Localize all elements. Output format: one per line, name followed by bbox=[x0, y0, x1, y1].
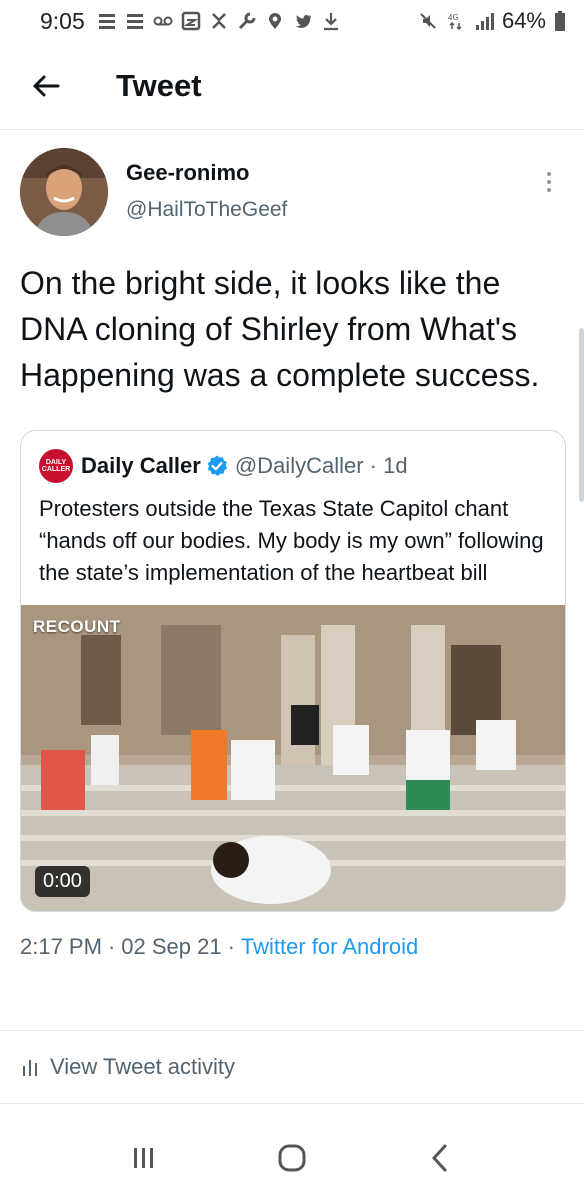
quote-tweet-card[interactable]: DAILY CALLER Daily Caller @DailyCaller ·… bbox=[20, 430, 566, 912]
app-header: Tweet bbox=[0, 42, 584, 130]
location-icon bbox=[268, 13, 281, 29]
quote-handle-time: @DailyCaller · 1d bbox=[234, 453, 408, 478]
video-watermark: RECOUNT bbox=[33, 617, 121, 636]
author-row: Gee-ronimo @HailToTheGeef bbox=[20, 148, 568, 240]
tweet-time: 2:17 PM bbox=[20, 934, 102, 959]
svg-text:4G: 4G bbox=[448, 13, 459, 22]
download-icon bbox=[323, 13, 338, 31]
quote-avatar: DAILY CALLER bbox=[39, 449, 73, 483]
voicemail-icon bbox=[153, 16, 173, 26]
system-nav-bar bbox=[0, 1116, 584, 1200]
user-handle[interactable]: @HailToTheGeef bbox=[126, 198, 287, 222]
tweet-meta: 2:17 PM · 02 Sep 21 · Twitter for Android bbox=[20, 934, 568, 974]
author-info: Gee-ronimo @HailToTheGeef bbox=[126, 148, 287, 222]
avatar[interactable] bbox=[20, 148, 108, 236]
page-title: Tweet bbox=[116, 67, 202, 103]
collapse-icon bbox=[211, 13, 226, 29]
tweet-detail: Gee-ronimo @HailToTheGeef On the bright … bbox=[20, 148, 568, 974]
mute-icon bbox=[420, 13, 436, 29]
avatar-image bbox=[20, 148, 108, 236]
recent-apps-button[interactable] bbox=[114, 1128, 174, 1188]
battery-icon bbox=[555, 11, 565, 31]
more-vertical-icon-dot bbox=[547, 188, 551, 192]
quote-display-name: Daily Caller bbox=[81, 453, 201, 478]
activity-label: View Tweet activity bbox=[50, 1054, 236, 1079]
meta-separator: · bbox=[227, 934, 235, 959]
notification-icon bbox=[126, 14, 143, 29]
more-vertical-icon-dot bbox=[547, 172, 551, 176]
tweet-source-link[interactable]: Twitter for Android bbox=[241, 934, 418, 959]
display-name[interactable]: Gee-ronimo bbox=[126, 160, 287, 186]
quote-avatar-line2: CALLER bbox=[41, 466, 71, 473]
scrollbar[interactable] bbox=[579, 328, 584, 502]
home-button[interactable] bbox=[262, 1128, 322, 1188]
verified-badge-icon bbox=[207, 455, 227, 476]
more-options-button[interactable] bbox=[534, 162, 564, 202]
home-icon bbox=[278, 1144, 306, 1172]
back-nav-icon bbox=[431, 1144, 447, 1172]
wrench-icon bbox=[238, 12, 256, 30]
recent-apps-icon bbox=[134, 1148, 153, 1168]
calendar-icon bbox=[181, 11, 201, 31]
tweet-date: 02 Sep 21 bbox=[121, 934, 222, 959]
bar-chart-icon bbox=[23, 1060, 37, 1076]
battery-percent: 64% bbox=[501, 8, 546, 33]
view-tweet-activity-button[interactable]: View Tweet activity bbox=[0, 1030, 584, 1104]
video-frame bbox=[21, 605, 565, 911]
meta-separator: · bbox=[107, 934, 116, 959]
video-duration: 0:00 bbox=[35, 866, 90, 897]
more-vertical-icon-dot bbox=[547, 180, 551, 184]
tweet-text: On the bright side, it looks like the DN… bbox=[20, 265, 540, 393]
twitter-bird-icon bbox=[295, 14, 311, 28]
status-bar: 9:05 4G 64% bbox=[0, 0, 584, 42]
notification-icon bbox=[98, 14, 115, 29]
data-4g-icon: 4G bbox=[448, 13, 462, 31]
back-arrow-icon bbox=[33, 75, 60, 96]
quote-text: Protesters outside the Texas State Capit… bbox=[39, 496, 544, 585]
video-thumbnail[interactable]: RECOUNT 0:00 bbox=[21, 605, 565, 911]
notification-icons bbox=[97, 11, 341, 31]
quote-avatar-line1: DAILY bbox=[45, 459, 67, 466]
signal-icon bbox=[475, 13, 494, 30]
system-status: 4G 64% bbox=[418, 8, 566, 34]
status-time: 9:05 bbox=[40, 7, 85, 34]
back-button[interactable] bbox=[16, 56, 76, 116]
back-nav-button[interactable] bbox=[410, 1128, 470, 1188]
quote-header: DAILY CALLER Daily Caller @DailyCaller ·… bbox=[21, 431, 565, 483]
